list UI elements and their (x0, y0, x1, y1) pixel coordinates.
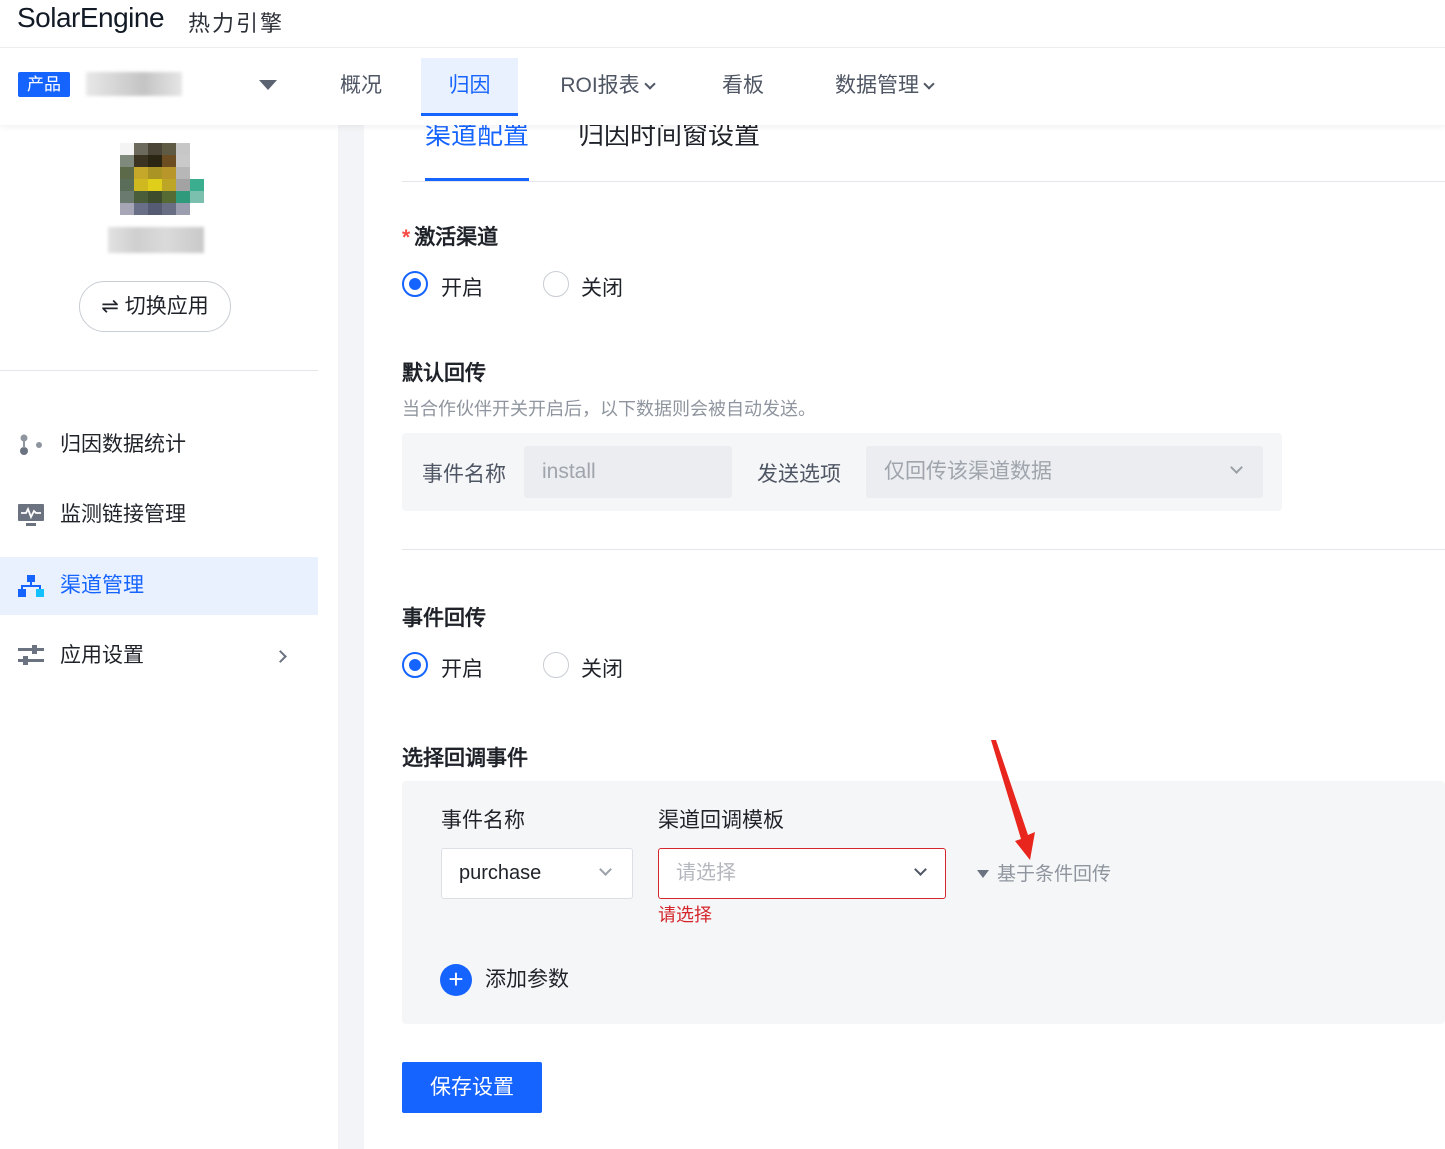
sidebar-item-label: 渠道管理 (60, 574, 144, 597)
chevron-down-icon (644, 78, 656, 90)
chevron-right-icon (274, 650, 287, 663)
callback-template-select[interactable]: 请选择 (658, 848, 946, 899)
chevron-down-icon (599, 863, 612, 876)
event-callback-on-radio[interactable] (402, 652, 428, 678)
install-event-field: install (524, 446, 732, 498)
event-name-label: 事件名称 (422, 463, 506, 486)
callback-template-placeholder: 请选择 (676, 862, 736, 884)
plus-circle-icon: + (440, 964, 472, 996)
monitor-link-icon (18, 504, 44, 526)
send-option-value: 仅回传该渠道数据 (884, 460, 1052, 483)
event-name-column-label: 事件名称 (441, 809, 525, 832)
annotation-arrow-icon (991, 740, 1035, 860)
logo-subtitle: 热力引擎 (188, 11, 285, 36)
product-selector-value[interactable] (86, 72, 182, 96)
sidebar: ⇌ 切换应用 归因数据统计 监测链接管理 渠道管理 应用设置 (0, 125, 338, 1149)
save-settings-button[interactable]: 保存设置 (402, 1062, 542, 1113)
callback-event-panel: 事件名称 渠道回调模板 purchase 请选择 请选择 基于条件回传 + 添加参… (402, 781, 1445, 1024)
conditional-callback-label: 基于条件回传 (997, 864, 1112, 885)
solarengine-logo[interactable]: SolarEngine (17, 2, 165, 34)
chevron-down-icon (923, 78, 935, 90)
switch-app-button[interactable]: ⇌ 切换应用 (79, 281, 231, 332)
sidebar-divider (0, 370, 318, 371)
sidebar-item-label: 归因数据统计 (60, 433, 186, 456)
attribution-stats-icon (20, 434, 42, 455)
top-header: SolarEngine 热力引擎 (0, 0, 1445, 48)
nav-attribution[interactable]: 归因 (421, 58, 518, 116)
app-name (108, 227, 204, 253)
app-icon (120, 143, 204, 215)
default-callback-panel: 事件名称 install 发送选项 仅回传该渠道数据 (402, 433, 1282, 511)
add-parameter-label: 添加参数 (485, 968, 569, 991)
default-callback-title: 默认回传 (402, 362, 486, 385)
main-nav: 产品 概况 归因 ROI报表 看板 数据管理 (0, 48, 1445, 125)
activation-off-label[interactable]: 关闭 (581, 272, 623, 302)
activation-on-label[interactable]: 开启 (441, 272, 483, 302)
required-mark: * (402, 226, 411, 249)
sidebar-item-monitor-links[interactable]: 监测链接管理 (0, 486, 318, 544)
sliders-icon (18, 645, 44, 665)
sidebar-item-channel-management[interactable]: 渠道管理 (0, 557, 318, 615)
nav-overview-label: 概况 (340, 74, 382, 97)
event-name-value: purchase (459, 862, 542, 884)
send-option-label: 发送选项 (757, 463, 841, 486)
template-column-label: 渠道回调模板 (658, 809, 784, 832)
default-callback-hint: 当合作伙伴开关开启后，以下数据则会被自动发送。 (402, 399, 816, 419)
nav-roi-report[interactable]: ROI报表 (548, 58, 666, 116)
chevron-down-icon (914, 863, 927, 876)
nav-overview[interactable]: 概况 (322, 58, 400, 116)
nav-dashboard-label: 看板 (722, 74, 764, 97)
activation-title-text: 激活渠道 (414, 226, 499, 249)
nav-attribution-label: 归因 (448, 74, 491, 97)
nav-data-management[interactable]: 数据管理 (820, 58, 948, 116)
nav-dashboard[interactable]: 看板 (704, 58, 782, 116)
tab-attribution-window[interactable]: 归因时间窗设置 (578, 121, 760, 181)
channel-tree-icon (18, 575, 44, 597)
activation-off-radio[interactable] (543, 271, 569, 297)
product-tag: 产品 (18, 72, 70, 97)
section-divider (402, 549, 1445, 550)
layout-gutter (338, 125, 364, 1149)
sidebar-item-attribution-stats[interactable]: 归因数据统计 (0, 416, 318, 474)
filter-icon (977, 870, 989, 878)
template-error-message: 请选择 (658, 905, 712, 925)
event-callback-off-radio[interactable] (543, 652, 569, 678)
event-callback-on-label[interactable]: 开启 (441, 653, 483, 683)
chevron-down-icon (1230, 461, 1243, 474)
sidebar-item-label: 监测链接管理 (60, 503, 186, 526)
select-callback-title: 选择回调事件 (402, 747, 528, 770)
activation-on-radio[interactable] (402, 271, 428, 297)
tabs-divider (402, 181, 1445, 182)
tab-channel-config[interactable]: 渠道配置 (425, 121, 530, 181)
send-option-select: 仅回传该渠道数据 (866, 446, 1263, 498)
caret-down-icon[interactable] (259, 80, 277, 90)
event-name-select[interactable]: purchase (441, 848, 633, 899)
main-content: 渠道配置 归因时间窗设置 * 激活渠道 开启 关闭 默认回传 当合作伙伴开关开启后… (364, 121, 1445, 1149)
activation-title: * 激活渠道 (402, 221, 498, 251)
nav-data-label: 数据管理 (835, 74, 919, 97)
event-callback-title: 事件回传 (402, 607, 486, 630)
sidebar-item-label: 应用设置 (60, 644, 144, 667)
event-callback-off-label[interactable]: 关闭 (581, 653, 623, 683)
nav-roi-label: ROI报表 (560, 74, 640, 97)
sidebar-item-app-settings[interactable]: 应用设置 (0, 627, 318, 685)
add-parameter-button[interactable]: + 添加参数 (440, 964, 569, 996)
